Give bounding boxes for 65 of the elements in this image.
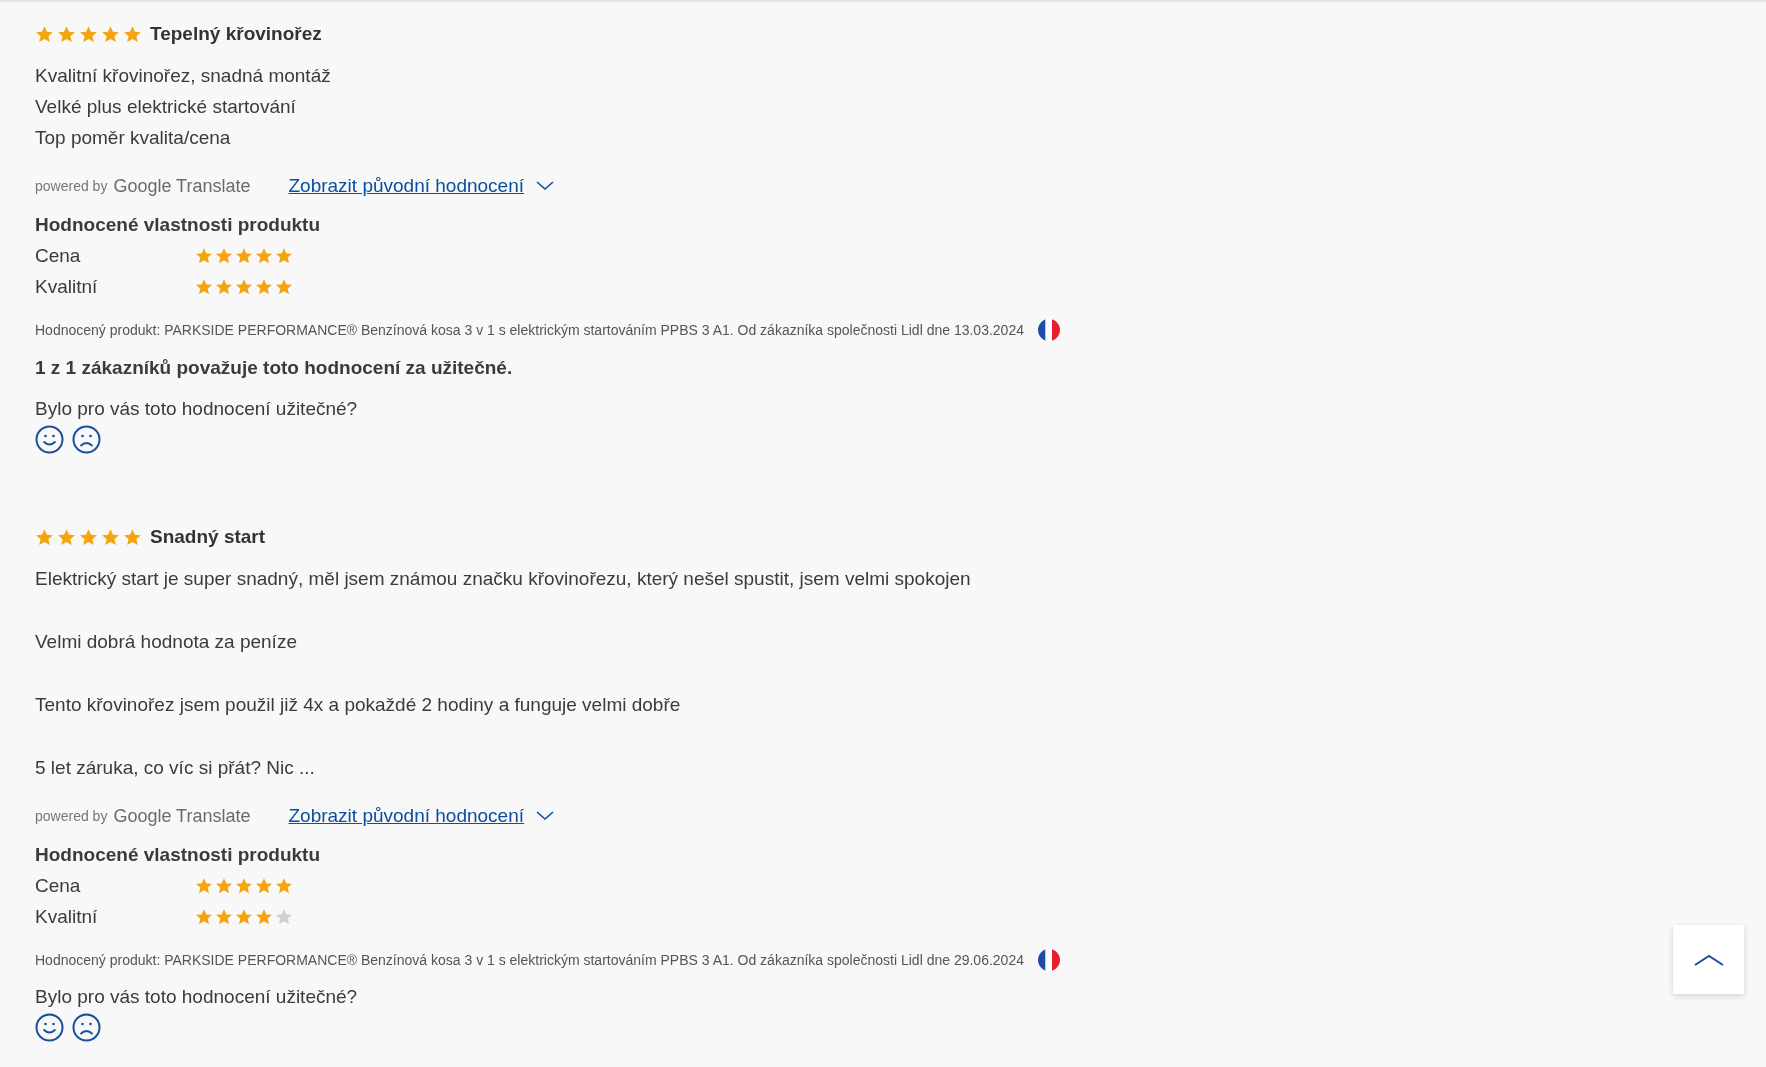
star-icon [215, 876, 233, 895]
helpful-question: Bylo pro vás toto hodnocení užitečné? [35, 397, 359, 421]
star-icon [195, 907, 213, 926]
star-icon [275, 876, 293, 895]
review-line: Top poměr kvalita/cena [35, 126, 232, 150]
product-info: Hodnocený produkt: PARKSIDE PERFORMANCE® Benzínová kosa 3 v 1 s elektrickým startováním PPBS 3 A1. Od zákazníka společnosti Lidl dne 29.06.2024 [35, 952, 1024, 968]
review-title: Tepelný křovinořez [150, 23, 322, 45]
chevron-icon[interactable] [536, 811, 555, 821]
star-icon [235, 907, 253, 926]
star-icon [35, 24, 54, 44]
star-icon [255, 876, 273, 895]
smiley-icon[interactable] [35, 1013, 64, 1042]
star-icon [101, 527, 120, 547]
sad-face-icon[interactable] [72, 1013, 101, 1042]
attributes-heading: Hodnocené vlastnosti produktu [35, 213, 322, 237]
review-title: Snadný start [150, 526, 266, 548]
star-icon [195, 876, 213, 895]
attribute-label: Kvalitní [35, 275, 99, 298]
smiley-icon[interactable] [35, 425, 64, 454]
review-paragraph: Tento křovinořez jsem použil již 4x a pokaždé 2 hodiny a funguje velmi dobře [35, 693, 682, 717]
star-icon [235, 277, 253, 296]
star-icon [79, 527, 98, 547]
review-paragraph: Elektrický start je super snadný, měl jsem známou značku křovinořezu, který nešel spustit, jsem velmi spokojen [35, 567, 972, 591]
star-icon [275, 246, 293, 265]
review-line: Kvalitní křovinořez, snadná montáž [35, 64, 332, 88]
star-icon [101, 24, 120, 44]
flag-icon [1038, 319, 1060, 341]
review-paragraph: 5 let záruka, co víc si přát? Nic ... [35, 756, 316, 780]
star-icon [215, 277, 233, 296]
star-icon [57, 24, 76, 44]
sad-face-icon[interactable] [72, 425, 101, 454]
star-icon [57, 527, 76, 547]
star-icon [195, 246, 213, 265]
star-icon [79, 24, 98, 44]
powered-by-label: powered by [35, 178, 108, 194]
star-icon [275, 277, 293, 296]
powered-by-label: powered by [35, 808, 108, 824]
flag-icon [1038, 949, 1060, 971]
review-line: Velké plus elektrické startování [35, 95, 297, 119]
attributes-heading: Hodnocené vlastnosti produktu [35, 843, 322, 867]
star-icon [123, 527, 142, 547]
star-icon [255, 277, 273, 296]
translate-brand: Google Translate [113, 805, 251, 827]
star-icon [255, 246, 273, 265]
show-original-link[interactable]: Zobrazit původní hodnocení [288, 175, 525, 197]
star-icon [215, 246, 233, 265]
star-icon [275, 907, 293, 926]
star-icon [235, 876, 253, 895]
star-icon [255, 907, 273, 926]
translate-brand: Google Translate [113, 175, 251, 197]
star-icon [235, 246, 253, 265]
star-icon [35, 527, 54, 547]
chevron-up-icon [1693, 953, 1724, 966]
attribute-label: Cena [35, 244, 82, 267]
chevron-icon[interactable] [536, 181, 555, 191]
star-icon [123, 24, 142, 44]
helpful-question: Bylo pro vás toto hodnocení užitečné? [35, 985, 359, 1009]
attribute-label: Kvalitní [35, 905, 99, 928]
helpful-count: 1 z 1 zákazníků považuje toto hodnocení za užitečné. [35, 356, 514, 380]
attribute-label: Cena [35, 874, 82, 897]
star-icon [195, 277, 213, 296]
star-icon [215, 907, 233, 926]
show-original-link[interactable]: Zobrazit původní hodnocení [288, 805, 525, 827]
review-paragraph: Velmi dobrá hodnota za peníze [35, 630, 298, 654]
product-info: Hodnocený produkt: PARKSIDE PERFORMANCE® Benzínová kosa 3 v 1 s elektrickým startováním PPBS 3 A1. Od zákazníka společnosti Lidl dne 13.03.2024 [35, 322, 1024, 338]
